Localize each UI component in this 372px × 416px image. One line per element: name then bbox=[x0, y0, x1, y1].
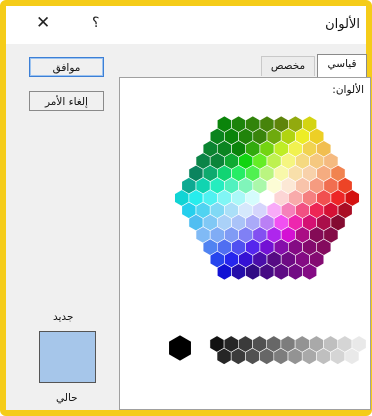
help-icon[interactable]: ؟ bbox=[92, 15, 99, 31]
close-icon[interactable]: ✕ bbox=[36, 13, 50, 33]
color-preview-swatch bbox=[39, 331, 96, 383]
ok-button[interactable]: موافق bbox=[29, 57, 104, 77]
current-color-label: حالي bbox=[56, 392, 78, 404]
tab-standard[interactable]: قياسي bbox=[317, 54, 367, 77]
new-color-label: جديد bbox=[53, 311, 74, 323]
colors-dialog: ✕ ؟ الألوان موافق إلغاء الأمر مخصص قياسي… bbox=[6, 6, 371, 410]
tab-custom[interactable]: مخصص bbox=[261, 56, 315, 76]
title-bar: ✕ ؟ الألوان bbox=[6, 6, 366, 44]
standard-colors-panel: الألوان: bbox=[119, 77, 371, 410]
dialog-title: الألوان bbox=[325, 17, 360, 32]
color-cell-black[interactable] bbox=[168, 334, 192, 362]
color-honeycomb[interactable] bbox=[120, 78, 370, 409]
cancel-button[interactable]: إلغاء الأمر bbox=[29, 91, 104, 111]
